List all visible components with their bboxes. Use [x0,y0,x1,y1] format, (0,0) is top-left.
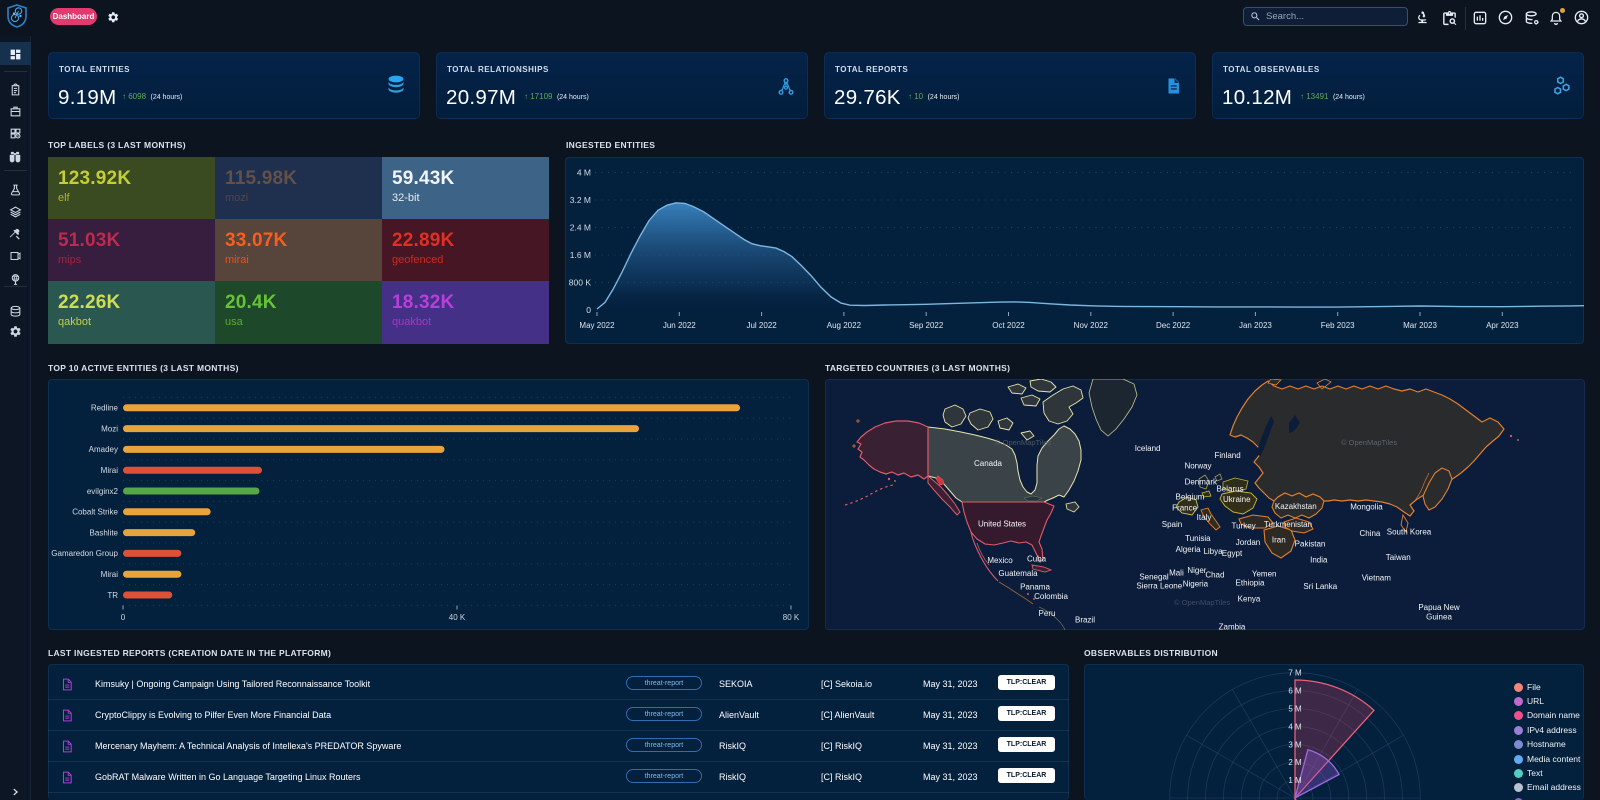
svg-text:TR: TR [107,591,118,600]
svg-text:Nigeria: Nigeria [1183,580,1209,589]
svg-text:Guatemala: Guatemala [998,569,1038,578]
svg-text:1 M: 1 M [1288,776,1302,785]
svg-text:Mar 2023: Mar 2023 [1403,321,1437,330]
svg-text:India: India [1310,556,1328,565]
svg-text:Mirai: Mirai [101,466,119,475]
svg-text:Guinea: Guinea [1426,613,1452,622]
svg-text:Jul 2022: Jul 2022 [746,321,777,330]
svg-text:Vietnam: Vietnam [1362,573,1392,582]
svg-text:Mozi: Mozi [101,424,118,433]
svg-text:Colombia: Colombia [1034,592,1068,601]
svg-text:© OpenMapTiles: © OpenMapTiles [1341,438,1397,447]
svg-text:May 2022: May 2022 [579,321,615,330]
svg-text:Pakistan: Pakistan [1295,540,1326,549]
svg-text:Spain: Spain [1162,520,1182,529]
svg-text:Jun 2022: Jun 2022 [663,321,696,330]
svg-text:Turkey: Turkey [1232,522,1256,531]
svg-text:Cuba: Cuba [1027,554,1047,563]
svg-text:Libya: Libya [1203,547,1223,556]
svg-text:Denmark: Denmark [1185,478,1218,487]
svg-text:Peru: Peru [1039,609,1056,618]
svg-text:Redline: Redline [91,404,119,413]
svg-text:Yemen: Yemen [1252,569,1277,578]
svg-text:1.6 M: 1.6 M [570,250,591,260]
svg-text:Zambia: Zambia [1219,623,1246,631]
svg-text:Feb 2023: Feb 2023 [1321,321,1355,330]
svg-text:© OpenMapTiles: © OpenMapTiles [1174,598,1230,607]
svg-text:0: 0 [121,613,126,622]
svg-text:Mexico: Mexico [987,556,1013,565]
svg-text:Canada: Canada [974,459,1003,468]
svg-text:Aug 2022: Aug 2022 [827,321,862,330]
svg-text:Cobalt Strike: Cobalt Strike [72,508,118,517]
svg-text:Kazakhstan: Kazakhstan [1275,502,1317,511]
svg-text:Sep 2022: Sep 2022 [909,321,944,330]
svg-text:6 M: 6 M [1288,687,1302,696]
svg-text:Mali: Mali [1169,568,1184,577]
svg-text:Mirai: Mirai [101,570,119,579]
svg-text:Kenya: Kenya [1238,595,1261,604]
svg-text:Iran: Iran [1272,536,1286,545]
svg-text:3 M: 3 M [1288,740,1302,749]
svg-text:Finland: Finland [1214,451,1240,460]
svg-text:80 K: 80 K [783,613,800,622]
svg-text:United States: United States [978,520,1026,529]
svg-text:Jan 2023: Jan 2023 [1239,321,1272,330]
svg-text:800 K: 800 K [569,278,592,288]
svg-text:Ethiopia: Ethiopia [1236,579,1265,588]
svg-text:Turkmenistan: Turkmenistan [1264,520,1312,529]
svg-text:Brazil: Brazil [1075,615,1095,624]
svg-text:Bashlite: Bashlite [90,528,119,537]
svg-text:Mongolia: Mongolia [1350,503,1383,512]
svg-text:evilginx2: evilginx2 [87,487,119,496]
svg-text:Papua New: Papua New [1418,603,1460,612]
svg-text:Senegal: Senegal [1139,572,1169,581]
svg-text:Oct 2022: Oct 2022 [992,321,1025,330]
svg-text:Iceland: Iceland [1135,444,1161,453]
svg-text:South Korea: South Korea [1387,527,1432,536]
svg-text:Amadey: Amadey [89,445,118,454]
svg-text:5 M: 5 M [1288,705,1302,714]
svg-text:China: China [1359,529,1380,538]
svg-text:2.4 M: 2.4 M [570,223,591,233]
svg-text:Tunisia: Tunisia [1185,534,1211,543]
svg-text:Apr 2023: Apr 2023 [1486,321,1519,330]
svg-text:7 M: 7 M [1288,669,1302,678]
svg-text:Jordan: Jordan [1236,538,1260,547]
svg-text:Ukraine: Ukraine [1223,495,1251,504]
svg-text:Dec 2022: Dec 2022 [1156,321,1191,330]
svg-text:4 M: 4 M [577,168,591,178]
svg-text:Norway: Norway [1184,462,1211,471]
svg-text:40 K: 40 K [449,613,466,622]
svg-text:© OpenMapTiles: © OpenMapTiles [995,438,1051,447]
svg-text:2 M: 2 M [1288,758,1302,767]
svg-text:Sri Lanka: Sri Lanka [1303,582,1337,591]
svg-text:3.2 M: 3.2 M [570,195,591,205]
svg-text:France: France [1172,504,1197,513]
svg-text:Belgium: Belgium [1176,492,1205,501]
svg-text:Chad: Chad [1205,570,1224,579]
svg-text:Gamaredon Group: Gamaredon Group [51,549,118,558]
svg-text:Italy: Italy [1197,513,1212,522]
svg-text:Algeria: Algeria [1176,545,1201,554]
svg-text:Panama: Panama [1020,583,1050,592]
svg-text:Taiwan: Taiwan [1386,553,1411,562]
svg-text:Nov 2022: Nov 2022 [1074,321,1109,330]
svg-text:Egypt: Egypt [1222,549,1243,558]
svg-text:Niger: Niger [1187,566,1206,575]
svg-text:4 M: 4 M [1288,722,1302,731]
svg-text:0: 0 [586,305,591,315]
svg-text:Belarus: Belarus [1216,485,1243,494]
svg-text:Sierra Leone: Sierra Leone [1136,582,1182,591]
